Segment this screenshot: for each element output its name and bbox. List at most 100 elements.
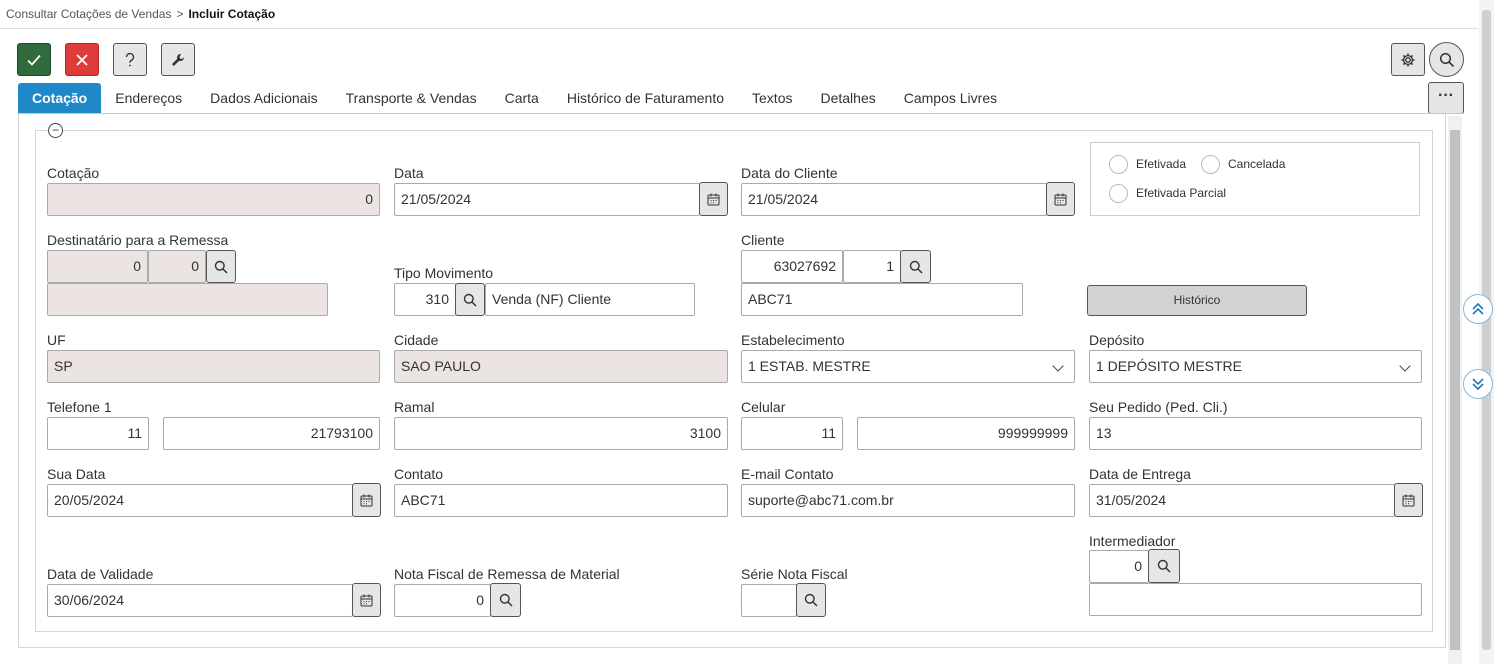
tipo-movimento-label: Tipo Movimento (394, 265, 494, 281)
tipo-movimento-code-field[interactable]: 310 (394, 283, 456, 316)
nf-remessa-label: Nota Fiscal de Remessa de Material (394, 566, 620, 582)
cliente-search-button[interactable] (900, 250, 931, 283)
deposito-select[interactable]: 1 DEPÓSITO MESTRE (1089, 350, 1422, 383)
estabelecimento-value: 1 ESTAB. MESTRE (748, 358, 871, 374)
search-icon (1439, 52, 1454, 67)
tab-detalhes[interactable]: Detalhes (806, 83, 889, 114)
radio-efetivada-parcial[interactable] (1109, 184, 1128, 203)
cliente-seq-field[interactable]: 1 (843, 250, 901, 283)
celular-ddd-field[interactable]: 11 (741, 417, 843, 450)
ramal-field[interactable]: 3100 (394, 417, 728, 450)
tab-textos[interactable]: Textos (738, 83, 806, 114)
breadcrumb-current: Incluir Cotação (188, 7, 276, 21)
serie-nf-search-button[interactable] (796, 583, 826, 617)
data-cliente-field[interactable]: 21/05/2024 (741, 183, 1047, 216)
search-icon (499, 593, 513, 607)
data-cliente-calendar-button[interactable] (1046, 182, 1075, 216)
radio-cancelada-label: Cancelada (1228, 157, 1286, 171)
estabelecimento-select[interactable]: 1 ESTAB. MESTRE (741, 350, 1075, 383)
status-group (1090, 142, 1420, 216)
tab-dados-adicionais[interactable]: Dados Adicionais (196, 83, 331, 114)
radio-cancelada[interactable] (1201, 155, 1220, 174)
estabelecimento-label: Estabelecimento (741, 332, 845, 348)
deposito-label: Depósito (1089, 332, 1145, 348)
chevron-down-icon (1052, 360, 1064, 372)
search-button[interactable] (1429, 42, 1464, 77)
radio-efetivada-parcial-label: Efetivada Parcial (1136, 186, 1227, 200)
calendar-icon (1402, 494, 1415, 506)
telefone-number-field[interactable]: 21793100 (163, 417, 380, 450)
scroll-top-icon[interactable] (1463, 294, 1493, 324)
intermediador-name-field (1089, 583, 1422, 616)
tab-carta[interactable]: Carta (491, 83, 553, 114)
calendar-icon (1054, 193, 1067, 205)
email-field[interactable]: suporte@abc71.com.br (741, 484, 1075, 517)
data-validade-calendar-button[interactable] (352, 583, 381, 617)
collapse-icon[interactable]: − (48, 123, 63, 138)
page-scrollbar-thumb[interactable] (1482, 10, 1491, 650)
inner-scrollbar-thumb[interactable] (1450, 130, 1460, 650)
celular-number-field[interactable]: 999999999 (857, 417, 1075, 450)
confirm-button[interactable] (17, 43, 51, 76)
serie-nf-label: Série Nota Fiscal (741, 566, 848, 582)
data-calendar-button[interactable] (699, 182, 728, 216)
tab-transporte-vendas[interactable]: Transporte & Vendas (332, 83, 491, 114)
tab-bar: Cotação Endereços Dados Adicionais Trans… (18, 83, 1011, 114)
data-field[interactable]: 21/05/2024 (394, 183, 700, 216)
cotacao-field: 0 (47, 183, 380, 216)
nf-remessa-search-button[interactable] (490, 583, 521, 617)
intermediador-search-button[interactable] (1148, 549, 1180, 583)
data-validade-field[interactable]: 30/06/2024 (47, 584, 353, 617)
serie-nf-field[interactable] (741, 584, 797, 617)
data-entrega-label: Data de Entrega (1089, 466, 1191, 482)
tipo-movimento-search-button[interactable] (455, 283, 485, 316)
nf-remessa-field[interactable]: 0 (394, 584, 491, 617)
data-entrega-calendar-button[interactable] (1394, 483, 1423, 517)
search-icon (463, 293, 477, 307)
destinatario-code-field: 0 (47, 250, 148, 283)
contato-label: Contato (394, 466, 444, 482)
cidade-field: SAO PAULO (394, 350, 728, 383)
ramal-label: Ramal (394, 399, 435, 415)
search-icon (214, 260, 228, 274)
breadcrumb-parent[interactable]: Consultar Cotações de Vendas (6, 7, 171, 21)
cancel-button[interactable] (65, 43, 99, 76)
contato-field[interactable]: ABC71 (394, 484, 728, 517)
radio-efetivada[interactable] (1109, 155, 1128, 174)
intermediador-code-field[interactable]: 0 (1089, 550, 1149, 583)
tipo-movimento-desc-field: Venda (NF) Cliente (485, 283, 695, 316)
sua-data-label: Sua Data (47, 466, 106, 482)
page-scrollbar[interactable] (1479, 0, 1494, 664)
more-tabs-button[interactable]: ··· (1428, 82, 1464, 114)
gear-icon (1401, 53, 1415, 66)
tab-cotacao[interactable]: Cotação (18, 83, 102, 114)
destinatario-search-button[interactable] (206, 250, 236, 283)
tab-historico-faturamento[interactable]: Histórico de Faturamento (553, 83, 738, 114)
seu-pedido-label: Seu Pedido (Ped. Cli.) (1089, 399, 1228, 415)
cliente-code-field[interactable]: 63027692 (741, 250, 843, 283)
sua-data-field[interactable]: 20/05/2024 (47, 484, 353, 517)
help-button[interactable] (113, 43, 147, 76)
tab-campos-livres[interactable]: Campos Livres (890, 83, 1011, 114)
inner-scrollbar[interactable] (1448, 116, 1462, 664)
scroll-bottom-icon[interactable] (1463, 369, 1493, 399)
wrench-icon (172, 53, 184, 66)
cliente-label: Cliente (741, 232, 785, 248)
calendar-icon (360, 594, 373, 606)
uf-field: SP (47, 350, 380, 383)
destinatario-label: Destinatário para a Remessa (47, 232, 229, 248)
data-validade-label: Data de Validade (47, 566, 154, 582)
historico-button[interactable]: Histórico (1087, 285, 1307, 316)
settings-button[interactable] (1391, 43, 1425, 76)
celular-label: Celular (741, 399, 786, 415)
telefone-ddd-field[interactable]: 11 (47, 417, 149, 450)
close-icon (76, 53, 88, 66)
data-entrega-field[interactable]: 31/05/2024 (1089, 484, 1395, 517)
tab-enderecos[interactable]: Endereços (101, 83, 196, 114)
search-icon (1157, 559, 1171, 573)
sua-data-calendar-button[interactable] (352, 483, 381, 517)
header-divider (0, 28, 1478, 29)
check-icon (27, 54, 41, 66)
seu-pedido-field[interactable]: 13 (1089, 417, 1422, 450)
tools-button[interactable] (161, 43, 195, 76)
